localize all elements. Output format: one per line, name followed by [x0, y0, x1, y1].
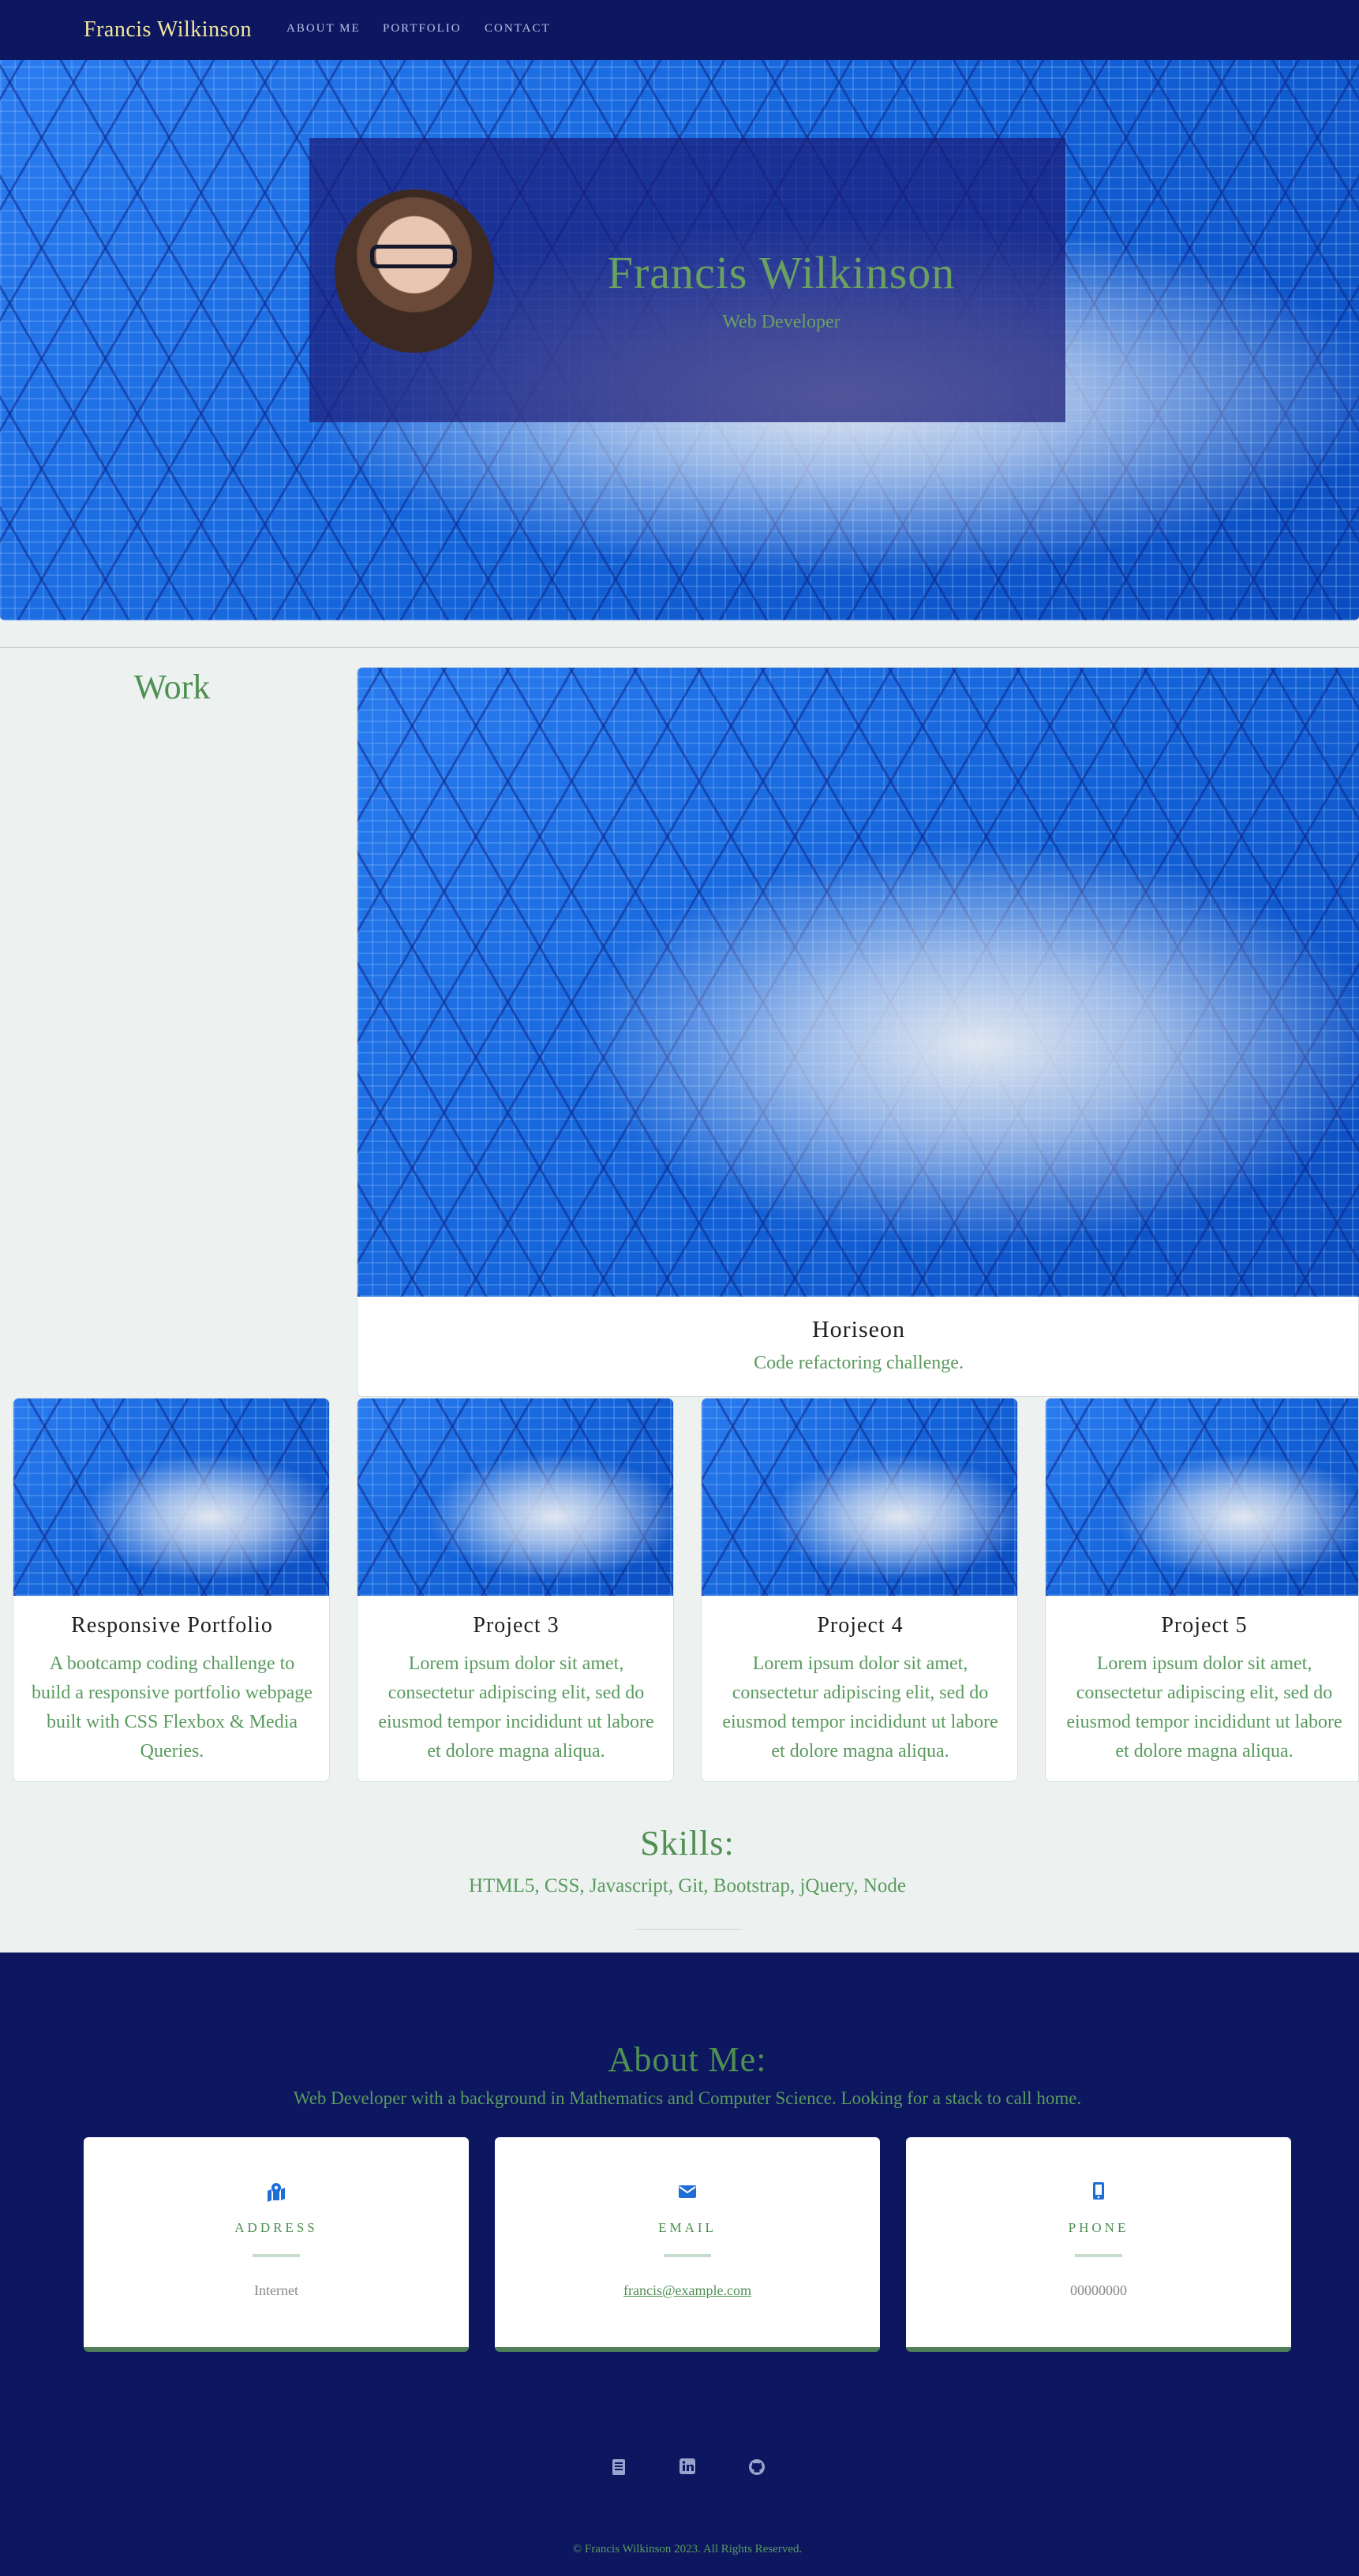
- project-image[interactable]: [1046, 1398, 1358, 1596]
- hero-name: Francis Wilkinson: [607, 247, 956, 298]
- mobile-phone-icon: [906, 2181, 1291, 2206]
- project-description: Lorem ipsum dolor sit amet, consectetur …: [378, 1653, 654, 1762]
- featured-project-image[interactable]: [358, 668, 1359, 1297]
- about-section: About Me: Web Developer with a backgroun…: [0, 1953, 1359, 2576]
- address-value: Internet: [254, 2282, 298, 2298]
- address-rule: [253, 2254, 300, 2257]
- footer-copyright: © Francis Wilkinson 2023. All Rights Res…: [572, 2543, 803, 2555]
- linkedin-icon[interactable]: [679, 2458, 698, 2477]
- phone-label: PHONE: [1068, 2220, 1129, 2235]
- project-image[interactable]: [13, 1398, 329, 1596]
- skills-heading: Skills:: [640, 1824, 735, 1863]
- envelope-icon: [495, 2181, 880, 2205]
- project-description: Lorem ipsum dolor sit amet, consectetur …: [722, 1653, 998, 1762]
- address-label: ADDRESS: [234, 2220, 318, 2235]
- map-icon: [84, 2181, 469, 2207]
- skills-divider: [635, 1929, 741, 1930]
- project-image[interactable]: [358, 1398, 673, 1596]
- project-title: Project 4: [817, 1613, 904, 1638]
- navbar: Francis Wilkinson ABOUT ME PORTFOLIO CON…: [0, 0, 1359, 60]
- skills-list: HTML5, CSS, Javascript, Git, Bootstrap, …: [469, 1875, 906, 1896]
- project-card[interactable]: Project 5 Lorem ipsum dolor sit amet, co…: [1045, 1398, 1359, 1782]
- resume-icon[interactable]: [610, 2458, 629, 2477]
- project-card[interactable]: Project 4 Lorem ipsum dolor sit amet, co…: [701, 1398, 1018, 1782]
- address-card: ADDRESS Internet: [84, 2137, 469, 2352]
- section-divider: [0, 647, 1359, 648]
- project-description: Lorem ipsum dolor sit amet, consectetur …: [1066, 1653, 1342, 1762]
- github-icon[interactable]: [747, 2458, 766, 2477]
- glasses-shape: [370, 245, 457, 268]
- phone-value: 00000000: [1070, 2282, 1127, 2298]
- featured-project-card[interactable]: Horiseon Code refactoring challenge.: [357, 667, 1359, 1397]
- about-description: Web Developer with a background in Mathe…: [293, 2088, 1082, 2108]
- brand-link[interactable]: Francis Wilkinson: [84, 17, 252, 43]
- email-label: EMAIL: [658, 2220, 717, 2235]
- featured-project-title: Horiseon: [812, 1316, 905, 1342]
- project-title: Responsive Portfolio: [71, 1613, 273, 1638]
- project-card[interactable]: Project 3 Lorem ipsum dolor sit amet, co…: [357, 1398, 674, 1782]
- hero-subtitle: Web Developer: [722, 312, 840, 332]
- project-title: Project 5: [1161, 1613, 1248, 1638]
- about-heading: About Me:: [608, 2040, 767, 2079]
- email-card: EMAIL francis@example.com: [495, 2137, 880, 2352]
- email-rule: [664, 2254, 711, 2257]
- nav-link-about-me[interactable]: ABOUT ME: [286, 22, 361, 36]
- phone-rule: [1075, 2254, 1122, 2257]
- project-title: Project 3: [473, 1613, 560, 1638]
- email-link[interactable]: francis@example.com: [495, 2282, 880, 2299]
- nav-link-contact[interactable]: CONTACT: [485, 22, 551, 36]
- phone-card: PHONE 00000000: [906, 2137, 1291, 2352]
- project-image[interactable]: [702, 1398, 1017, 1596]
- project-description: A bootcamp coding challenge to build a r…: [32, 1653, 313, 1762]
- profile-photo: [335, 189, 494, 353]
- nav-link-portfolio[interactable]: PORTFOLIO: [383, 22, 462, 36]
- work-heading: Work: [133, 668, 211, 706]
- project-card[interactable]: Responsive Portfolio A bootcamp coding c…: [13, 1398, 330, 1782]
- featured-project-description: Code refactoring challenge.: [754, 1353, 964, 1373]
